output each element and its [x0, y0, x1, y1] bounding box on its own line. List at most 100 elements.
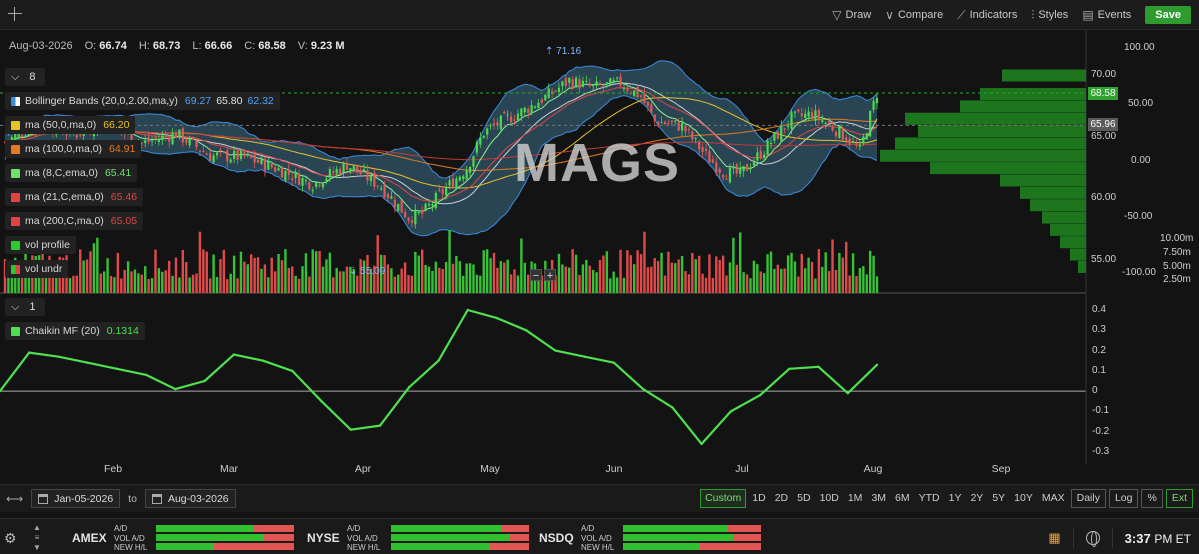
market-amex[interactable]: AMEX A/D VOL A/D NEW H/L [72, 521, 302, 553]
period-2y[interactable]: 2Y [967, 489, 986, 508]
legend-ma-100[interactable]: ma (100,0,ma,0) 64.91 [5, 140, 142, 158]
crosshair-icon[interactable] [8, 7, 22, 21]
candle-body [749, 168, 752, 170]
candle-body [817, 110, 820, 120]
candle-body [708, 150, 711, 163]
legend-vol-profile[interactable]: vol profile [5, 236, 76, 254]
candle-body [667, 123, 670, 125]
volume-bar [848, 275, 851, 293]
market-nyse[interactable]: NYSE A/D VOL A/D NEW H/L [307, 521, 537, 553]
candle-body [479, 137, 482, 145]
volume-bar [821, 266, 824, 293]
chaikin-swatch-icon [11, 326, 20, 336]
start-date-field[interactable]: Jan-05-2026 [31, 489, 121, 508]
period-6m[interactable]: 6M [892, 489, 913, 508]
candle-body [530, 105, 533, 113]
period-max[interactable]: MAX [1039, 489, 1068, 508]
last-price-tag: 68.58 [1088, 87, 1118, 100]
month-tick: Sep [991, 463, 1011, 475]
period-1m[interactable]: 1M [845, 489, 866, 508]
end-date-field[interactable]: Aug-03-2026 [144, 489, 236, 508]
chevron-up-icon[interactable]: ▲ [33, 523, 41, 532]
candle-body [393, 200, 396, 208]
save-button[interactable]: Save [1145, 6, 1191, 24]
main-pane-collapse[interactable]: ⌵ 8 [5, 68, 45, 86]
widgets-icon[interactable]: ▦ [1048, 530, 1060, 546]
candle-body [643, 93, 646, 103]
extended-hours-button[interactable]: Ext [1165, 489, 1193, 508]
expand-range-icon[interactable]: ⟷ [6, 492, 23, 506]
volume-bar [615, 277, 619, 293]
volume-bar [390, 268, 393, 293]
candle-body [482, 135, 485, 138]
styles-button[interactable]: ⫶ Styles [1031, 8, 1068, 23]
candle-body [503, 111, 506, 114]
chevron-down-icon[interactable]: ▼ [33, 543, 41, 552]
candle-body [862, 136, 865, 143]
legend-ema-8[interactable]: ma (8,C,ema,0) 65.41 [5, 164, 138, 182]
zoom-out-button[interactable]: − [530, 269, 542, 282]
volume-bar [742, 272, 745, 293]
zoom-in-button[interactable]: + [544, 269, 556, 282]
period-5d[interactable]: 5D [794, 489, 813, 508]
legend-ma-200[interactable]: ma (200,C,ma,0) 65.05 [5, 212, 144, 230]
period-ytd[interactable]: YTD [916, 489, 943, 508]
volume-bar [845, 241, 848, 293]
period-3m[interactable]: 3M [868, 489, 889, 508]
interval-button[interactable]: Daily [1070, 489, 1106, 508]
period-custom[interactable]: Custom [700, 489, 747, 508]
candle-body [516, 113, 520, 120]
period-10y[interactable]: 10Y [1011, 489, 1036, 508]
price-tick: 70.00 [1091, 69, 1117, 80]
volume-bar [766, 254, 769, 293]
candle-body [448, 180, 451, 186]
period-1y[interactable]: 1Y [946, 489, 965, 508]
period-2d[interactable]: 2D [772, 489, 791, 508]
volume-bar [827, 271, 831, 293]
market-labels: A/D VOL A/D NEW H/L [347, 524, 381, 552]
zoom-controls: − + [530, 269, 556, 282]
osc-pane-collapse[interactable]: ⌵ 1 [5, 298, 45, 316]
volume-bar [591, 269, 595, 293]
candle-body [578, 79, 581, 89]
volume-bar [506, 259, 509, 293]
volume-bar [150, 278, 154, 293]
events-button[interactable]: ▤ Events [1082, 8, 1131, 22]
market-nsdq[interactable]: NSDQ A/D VOL A/D NEW H/L [539, 521, 769, 553]
volume-bar [472, 264, 475, 293]
volume-tick: 10.00m [1160, 233, 1194, 244]
candle-body [704, 148, 708, 152]
volume-bar [304, 253, 308, 293]
candle-body [369, 174, 372, 182]
legend-ema-21[interactable]: ma (21,C,ema,0) 65.46 [5, 188, 144, 206]
period-10d[interactable]: 10D [817, 489, 842, 508]
candle-body [475, 142, 479, 153]
market-labels: A/D VOL A/D NEW H/L [581, 524, 615, 552]
log-scale-button[interactable]: Log [1108, 489, 1139, 508]
indicators-button[interactable]: ⟋ Indicators [957, 8, 1017, 23]
percent-scale-button[interactable]: % [1141, 489, 1163, 508]
candle-body [321, 183, 325, 188]
candle-body [523, 107, 526, 113]
legend-chaikin[interactable]: Chaikin MF (20) 0.1314 [5, 322, 145, 340]
candle-body [646, 101, 649, 106]
main-legend: ⌵ 8 Bollinger Bands (20,0,2.00,ma,y) 69.2… [5, 68, 280, 278]
legend-vol-undr[interactable]: vol undr [5, 260, 69, 278]
chaikin-point [320, 400, 323, 403]
globe-icon[interactable] [1085, 531, 1100, 547]
compare-button[interactable]: ∨ Compare [885, 8, 943, 22]
legend-ma-50[interactable]: ma (50,0,ma,0) 66.20 [5, 116, 136, 134]
gear-icon[interactable]: ⚙ [4, 530, 17, 547]
cmf-tick: 0.00 [1131, 155, 1151, 166]
legend-bollinger[interactable]: Bollinger Bands (20,0,2.00,ma,y) 69.27 6… [5, 92, 280, 110]
period-1d[interactable]: 1D [749, 489, 768, 508]
period-5y[interactable]: 5Y [989, 489, 1008, 508]
volume-profile-bar [1078, 260, 1086, 273]
scroll-arrows[interactable]: ▲ ≡ ▼ [30, 523, 44, 552]
volume-bar [721, 255, 725, 293]
volume-profile-bar [1060, 236, 1086, 249]
candle-body [834, 131, 838, 137]
draw-button[interactable]: ▽ Draw [832, 8, 871, 22]
candle-body [855, 143, 858, 146]
chaikin-chart[interactable] [0, 294, 1199, 464]
